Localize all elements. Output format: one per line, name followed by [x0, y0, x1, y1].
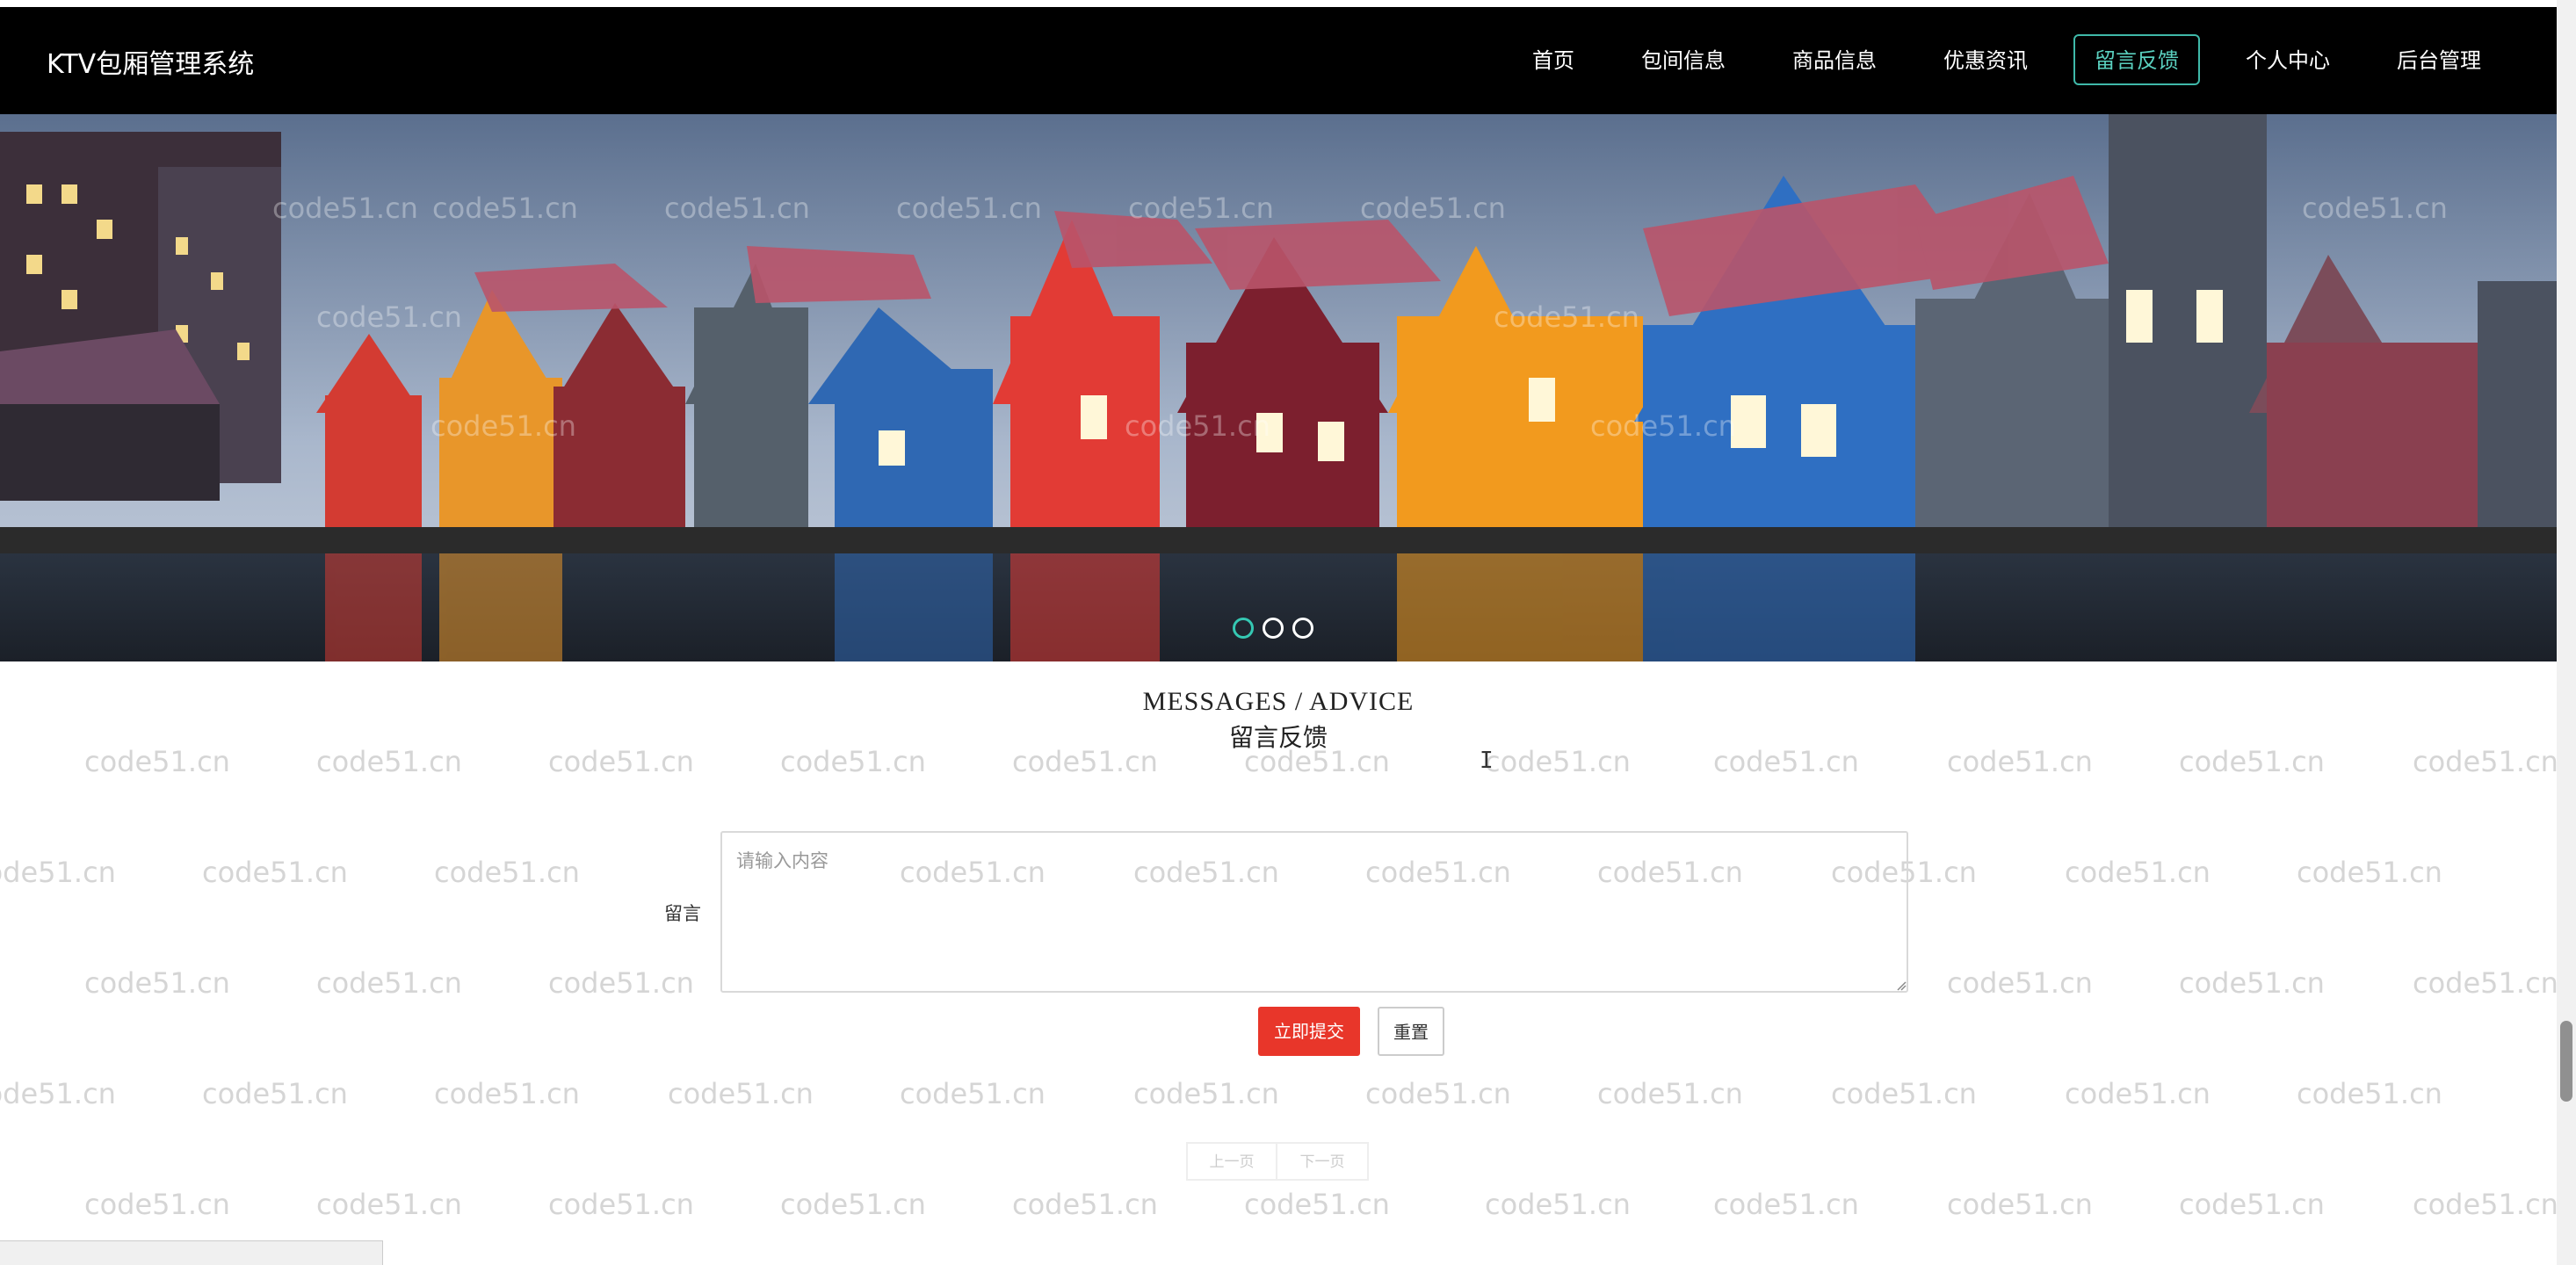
vertical-scrollbar[interactable] — [2557, 0, 2576, 1265]
banner-image — [0, 114, 2557, 661]
pagination: 上一页 下一页 — [1186, 1142, 1369, 1181]
submit-button[interactable]: 立即提交 — [1258, 1007, 1360, 1056]
watermark: code51.cn — [780, 1188, 926, 1221]
watermark: code51.cn — [2065, 1077, 2211, 1110]
navbar: KTV包厢管理系统 首页 包间信息 商品信息 优惠资讯 留言反馈 个人中心 后台… — [0, 7, 2557, 114]
next-page-button[interactable]: 下一页 — [1277, 1142, 1369, 1181]
carousel-dot-3[interactable] — [1292, 618, 1313, 639]
watermark: code51.cn — [1365, 1077, 1511, 1110]
nav-item-home[interactable]: 首页 — [1511, 34, 1596, 85]
section-title-en: MESSAGES / ADVICE — [1142, 687, 1415, 716]
watermark: code51.cn — [1831, 1077, 1977, 1110]
nav-menu: 首页 包间信息 商品信息 优惠资讯 留言反馈 个人中心 后台管理 — [1511, 33, 2502, 86]
watermark: code51.cn — [1485, 1188, 1631, 1221]
watermark: code51.cn — [1947, 966, 2093, 1000]
watermark: code51.cn — [1713, 1188, 1859, 1221]
watermark: code51.cn — [548, 1188, 694, 1221]
nav-item-feedback[interactable]: 留言反馈 — [2073, 34, 2200, 85]
scrollbar-thumb[interactable] — [2560, 1021, 2572, 1102]
nav-item-promotions[interactable]: 优惠资讯 — [1922, 34, 2049, 85]
site-brand[interactable]: KTV包厢管理系统 — [47, 42, 254, 81]
nav-item-rooms[interactable]: 包间信息 — [1620, 34, 1747, 85]
carousel-indicators — [1233, 618, 1313, 639]
watermark: code51.cn — [0, 856, 116, 889]
message-label: 留言 — [664, 903, 701, 924]
top-strip — [0, 0, 2557, 7]
carousel-dot-2[interactable] — [1263, 618, 1284, 639]
watermark: code51.cn — [1133, 1077, 1279, 1110]
watermark: code51.cn — [84, 966, 230, 1000]
nav-item-products[interactable]: 商品信息 — [1771, 34, 1898, 85]
page: KTV包厢管理系统 首页 包间信息 商品信息 优惠资讯 留言反馈 个人中心 后台… — [0, 0, 2557, 1265]
carousel-dot-1[interactable] — [1233, 618, 1254, 639]
watermark: code51.cn — [548, 966, 694, 1000]
watermark: code51.cn — [2297, 856, 2442, 889]
banner-carousel[interactable]: code51.cn code51.cn code51.cn code51.cn … — [0, 114, 2557, 661]
watermark: code51.cn — [2065, 856, 2211, 889]
watermark: code51.cn — [1947, 1188, 2093, 1221]
resize-grip-icon[interactable] — [1896, 980, 1907, 991]
watermark: code51.cn — [2413, 1188, 2557, 1221]
watermark: code51.cn — [2413, 966, 2557, 1000]
watermark: code51.cn — [434, 856, 580, 889]
watermark: code51.cn — [316, 1188, 462, 1221]
watermark: code51.cn — [1012, 1188, 1158, 1221]
watermark: code51.cn — [434, 1077, 580, 1110]
reset-button[interactable]: 重置 — [1378, 1007, 1444, 1056]
watermark: code51.cn — [202, 856, 348, 889]
nav-item-admin[interactable]: 后台管理 — [2376, 34, 2502, 85]
browser-status-bar — [0, 1240, 383, 1265]
watermark: code51.cn — [84, 1188, 230, 1221]
watermark: code51.cn — [668, 1077, 814, 1110]
prev-page-button[interactable]: 上一页 — [1186, 1142, 1277, 1181]
text-cursor-icon: I — [1480, 748, 1494, 774]
watermark: code51.cn — [1244, 1188, 1390, 1221]
nav-item-profile[interactable]: 个人中心 — [2225, 34, 2351, 85]
watermark: code51.cn — [0, 1077, 116, 1110]
watermark: code51.cn — [2179, 966, 2325, 1000]
message-textarea[interactable] — [720, 831, 1908, 993]
watermark: code51.cn — [1597, 1077, 1743, 1110]
watermark: code51.cn — [316, 966, 462, 1000]
section-title-cn: 留言反馈 — [1228, 723, 1328, 752]
watermark: code51.cn — [2179, 1188, 2325, 1221]
watermark: code51.cn — [900, 1077, 1046, 1110]
watermark: code51.cn — [2297, 1077, 2442, 1110]
watermark: code51.cn — [202, 1077, 348, 1110]
